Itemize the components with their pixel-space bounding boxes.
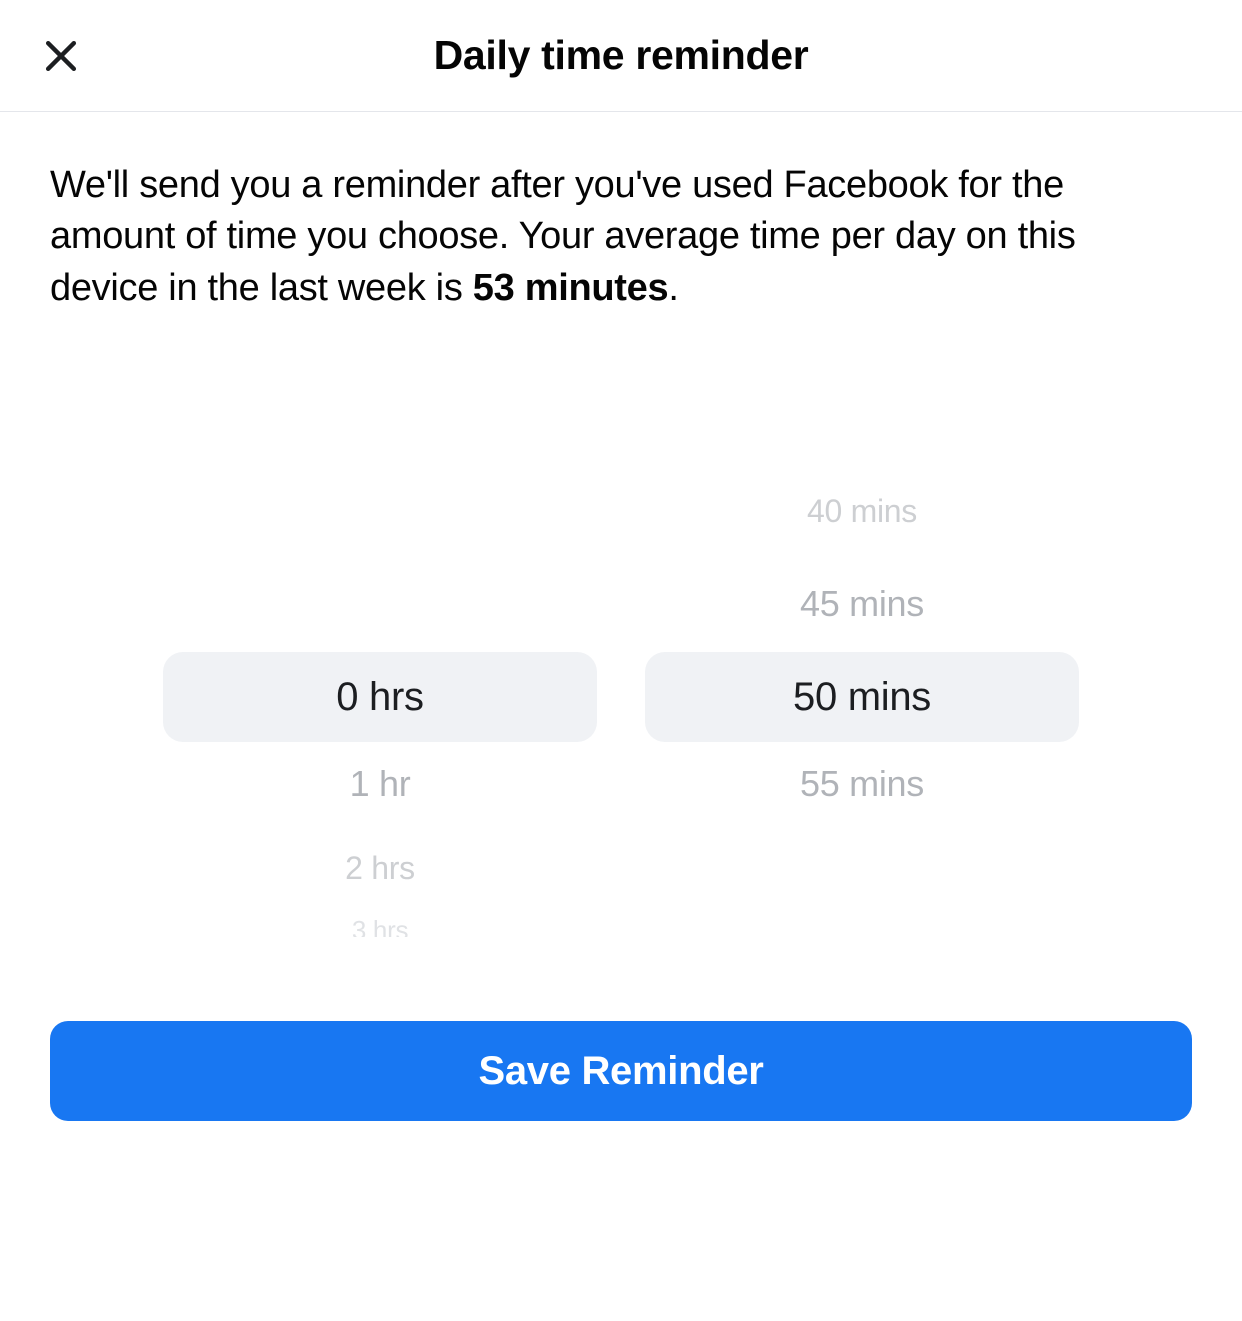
modal-footer: Save Reminder: [0, 1021, 1242, 1321]
hours-picker[interactable]: 0 hrs 1 hr 2 hrs 3 hrs: [163, 457, 597, 937]
minutes-option[interactable]: 45 mins: [645, 556, 1079, 652]
minutes-option[interactable]: 55 mins: [645, 742, 1079, 826]
minutes-option[interactable]: 40 mins: [645, 466, 1079, 556]
close-icon: [39, 34, 83, 78]
modal-header: Daily time reminder: [0, 0, 1242, 112]
minutes-picker[interactable]: 35 mins 40 mins 45 mins 50 mins 55 mins: [645, 457, 1079, 937]
hours-option[interactable]: 1 hr: [163, 742, 597, 826]
modal-title: Daily time reminder: [434, 32, 809, 79]
modal-content: We'll send you a reminder after you've u…: [0, 112, 1242, 1021]
minutes-option-selected[interactable]: 50 mins: [645, 652, 1079, 742]
description-bold: 53 minutes: [473, 267, 669, 309]
daily-time-reminder-modal: Daily time reminder We'll send you a rem…: [0, 0, 1242, 1321]
hours-option[interactable]: 3 hrs: [163, 910, 597, 937]
save-reminder-button[interactable]: Save Reminder: [50, 1021, 1192, 1121]
description-after: .: [668, 267, 678, 309]
time-picker: 0 hrs 1 hr 2 hrs 3 hrs 35 mins 40 mins 4…: [50, 314, 1192, 1021]
hours-picker-items: 0 hrs 1 hr 2 hrs 3 hrs: [163, 652, 597, 937]
description-text: We'll send you a reminder after you've u…: [50, 160, 1192, 314]
hours-option-selected[interactable]: 0 hrs: [163, 652, 597, 742]
minutes-option[interactable]: 35 mins: [645, 457, 1079, 466]
hours-option[interactable]: 2 hrs: [163, 826, 597, 910]
minutes-picker-items: 35 mins 40 mins 45 mins 50 mins 55 mins: [645, 457, 1079, 826]
close-button[interactable]: [36, 31, 86, 81]
